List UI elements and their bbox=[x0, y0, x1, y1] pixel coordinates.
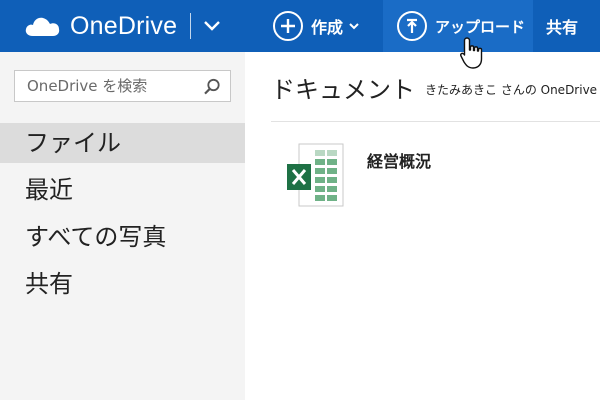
onedrive-cloud-icon bbox=[25, 17, 60, 36]
sidebar-item-shared[interactable]: 共有 bbox=[0, 264, 245, 304]
upload-button[interactable]: アップロード bbox=[383, 0, 533, 52]
sidebar-item-label: ファイル bbox=[25, 129, 121, 157]
breadcrumb-owner[interactable]: きたみあきこ さんの OneDrive bbox=[425, 81, 597, 98]
sidebar: ファイル 最近 すべての写真 共有 bbox=[0, 52, 245, 400]
hand-pointer-icon bbox=[460, 37, 483, 69]
plus-icon bbox=[273, 11, 303, 41]
share-label: 共有 bbox=[546, 18, 579, 37]
file-name[interactable]: 経営概況 bbox=[367, 148, 431, 172]
search-box[interactable] bbox=[14, 70, 231, 102]
main-content: ドキュメント きたみあきこ さんの OneDrive 経営概況 bbox=[245, 52, 600, 400]
create-label: 作成 bbox=[311, 18, 344, 37]
divider bbox=[271, 121, 600, 122]
search-icon[interactable] bbox=[202, 77, 222, 97]
brand-name: OneDrive bbox=[70, 11, 178, 40]
sidebar-item-recent[interactable]: 最近 bbox=[0, 170, 245, 210]
sidebar-item-label: すべての写真 bbox=[25, 223, 167, 251]
upload-arrow-icon bbox=[397, 11, 427, 41]
chevron-down-icon bbox=[349, 23, 359, 30]
create-button[interactable]: 作成 bbox=[273, 0, 361, 52]
search-input[interactable] bbox=[27, 71, 197, 101]
excel-file-icon[interactable] bbox=[285, 142, 345, 208]
top-bar: OneDrive 作成 アップロード 共有 bbox=[0, 0, 600, 52]
sidebar-item-label: 共有 bbox=[25, 270, 73, 298]
sidebar-item-files[interactable]: ファイル bbox=[0, 123, 245, 163]
onedrive-brand[interactable]: OneDrive bbox=[24, 0, 177, 52]
page-title: ドキュメント bbox=[271, 76, 415, 104]
share-button[interactable]: 共有 bbox=[546, 0, 578, 52]
chevron-down-icon[interactable] bbox=[200, 14, 224, 38]
upload-label: アップロード bbox=[435, 17, 526, 36]
sidebar-item-label: 最近 bbox=[25, 176, 73, 204]
brand-divider bbox=[190, 13, 191, 39]
sidebar-item-all-photos[interactable]: すべての写真 bbox=[0, 217, 245, 257]
